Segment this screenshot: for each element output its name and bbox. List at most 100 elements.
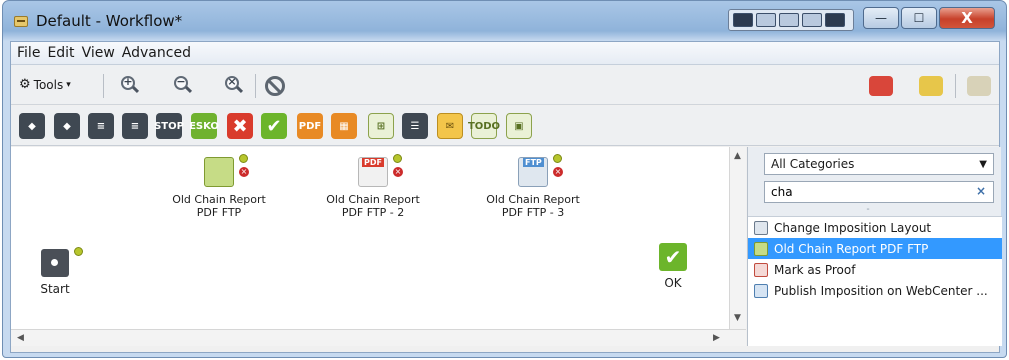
menu-edit[interactable]: Edit [45, 45, 76, 61]
close-button[interactable]: X [939, 7, 995, 29]
main-toolbar: ⚙ Tools ▾ + − × [11, 65, 999, 105]
utility-icon-3[interactable] [779, 13, 799, 27]
chevron-down-icon: ▾ [66, 79, 71, 90]
tag-icon[interactable]: ◆ [19, 113, 45, 139]
utility-icon-1[interactable] [733, 13, 753, 27]
node-label-line2: PDF FTP - 2 [341, 206, 405, 219]
tools-menu-button[interactable]: ⚙ Tools ▾ [19, 77, 71, 92]
menu-advanced[interactable]: Advanced [120, 45, 193, 61]
xml-icon[interactable]: ▣ [506, 113, 532, 139]
zoom-in-button[interactable]: + [121, 75, 140, 94]
title-utility-icons[interactable] [728, 9, 854, 31]
task-list: Change Imposition Layout Old Chain Repor… [748, 216, 1002, 346]
task-search-input[interactable] [764, 181, 994, 203]
list-item[interactable]: Change Imposition Layout [748, 217, 1002, 238]
heart-add-icon[interactable] [869, 76, 893, 96]
node-label: Old Chain Report PDF FTP - 2 [313, 193, 433, 219]
workflow-canvas[interactable]: × Old Chain Report PDF FTP PDF × Old Cha… [11, 147, 729, 329]
list-item[interactable]: Publish Imposition on WebCenter ... [748, 280, 1002, 301]
node-label-line1: Old Chain Report [486, 193, 580, 206]
node-label: Old Chain Report PDF FTP [159, 193, 279, 219]
utility-icon-4[interactable] [802, 13, 822, 27]
pdf-icon[interactable]: PDF [297, 113, 323, 139]
status-dot [239, 154, 248, 163]
todo-icon[interactable]: TODO [468, 113, 500, 139]
gear-icon: ⚙ [19, 77, 31, 92]
status-dot [393, 154, 402, 163]
clear-search-icon[interactable]: × [976, 184, 986, 198]
disable-icon[interactable] [265, 76, 285, 96]
menu-view[interactable]: View [80, 45, 117, 61]
app-icon [14, 16, 28, 27]
imposition-icon [754, 220, 768, 235]
node-label-line2: PDF FTP [196, 206, 242, 219]
zoom-fit-button[interactable]: × [225, 75, 244, 94]
error-icon: × [239, 167, 249, 177]
window-title: Default - Workflow* [36, 12, 183, 30]
ok-node[interactable]: ✔ OK [643, 243, 703, 290]
node-label-line2: PDF FTP - 3 [501, 206, 565, 219]
chevron-down-icon: ▼ [979, 159, 987, 170]
mail-icon[interactable]: ✉ [437, 113, 463, 139]
zoom-fit-handle [235, 85, 244, 94]
checklist-icon[interactable]: ☰ [402, 113, 428, 139]
ok-icon[interactable]: ✔ [261, 113, 287, 139]
task-library-panel: All Categories ▼ × ⁃ Change Imposition L… [747, 147, 1002, 346]
merge-icon[interactable]: ≡ [122, 113, 148, 139]
title-bar[interactable]: Default - Workflow* — ☐ X [3, 1, 1006, 41]
zoom-out-button[interactable]: − [174, 75, 193, 94]
node-label-line1: Old Chain Report [172, 193, 266, 206]
tags-icon[interactable]: ◆ [54, 113, 80, 139]
task-palette-toolbar: ◆ ◆ ≡ ≡ STOP ESKO ✖ ✔ PDF ▦ ⊞ ☰ ✉ TODO ▣ [11, 106, 999, 146]
canvas-horizontal-scrollbar[interactable]: ◀ ▶ [11, 329, 746, 346]
workflow-node-chain-report[interactable]: × Old Chain Report PDF FTP [159, 154, 279, 219]
esko-icon[interactable]: ESKO [189, 113, 219, 139]
start-node[interactable]: Start [25, 247, 85, 296]
scroll-right-icon[interactable]: ▶ [713, 333, 720, 343]
ticket-add-icon[interactable] [919, 76, 943, 96]
workflow-node-chain-report-2[interactable]: PDF × Old Chain Report PDF FTP - 2 [313, 154, 433, 219]
tools-label: Tools [33, 77, 64, 92]
ftp-badge: FTP [523, 158, 544, 167]
list-item[interactable]: Old Chain Report PDF FTP [748, 238, 1002, 259]
report-node-icon: × [204, 154, 249, 187]
utility-icon-5[interactable] [825, 13, 845, 27]
toolbar-divider [103, 74, 104, 98]
zoom-in-handle [131, 85, 140, 94]
proof-icon [754, 262, 768, 277]
window-client-area: File Edit View Advanced ⚙ Tools ▾ + − × … [10, 41, 1002, 353]
ftp-node-icon: FTP × [518, 154, 563, 187]
webcenter-icon [754, 283, 768, 298]
splitter-grip-icon[interactable]: ⁃ [866, 205, 870, 214]
scroll-up-icon[interactable]: ▲ [734, 151, 741, 161]
network-icon[interactable]: ⊞ [368, 113, 394, 139]
status-dot [74, 247, 83, 256]
stop-icon[interactable]: STOP [154, 113, 184, 139]
error-icon: × [553, 167, 563, 177]
list-item-label: Change Imposition Layout [774, 220, 932, 235]
list-item[interactable]: Mark as Proof [748, 259, 1002, 280]
scroll-left-icon[interactable]: ◀ [17, 333, 24, 343]
list-item-label: Mark as Proof [774, 262, 856, 277]
maximize-button[interactable]: ☐ [901, 7, 937, 29]
toolbar-divider [255, 74, 256, 98]
utility-icon-2[interactable] [756, 13, 776, 27]
start-dot [51, 259, 58, 266]
scroll-down-icon[interactable]: ▼ [734, 313, 741, 323]
menu-bar: File Edit View Advanced [11, 42, 999, 65]
workflow-node-chain-report-3[interactable]: FTP × Old Chain Report PDF FTP - 3 [473, 154, 593, 219]
start-label: Start [40, 282, 70, 296]
minimize-button[interactable]: — [863, 7, 899, 29]
status-dot [553, 154, 562, 163]
split-icon[interactable]: ≡ [88, 113, 114, 139]
canvas-vertical-scrollbar[interactable]: ▲ ▼ [729, 147, 746, 329]
category-dropdown[interactable]: All Categories ▼ [764, 153, 994, 175]
fail-icon[interactable]: ✖ [227, 113, 253, 139]
error-icon: × [393, 167, 403, 177]
report-icon[interactable]: ▦ [331, 113, 357, 139]
ok-node-icon: ✔ [659, 243, 687, 271]
pdf-badge: PDF [362, 158, 384, 167]
menu-file[interactable]: File [15, 45, 42, 61]
ticket-icon[interactable] [967, 76, 991, 96]
node-label: Old Chain Report PDF FTP - 3 [473, 193, 593, 219]
